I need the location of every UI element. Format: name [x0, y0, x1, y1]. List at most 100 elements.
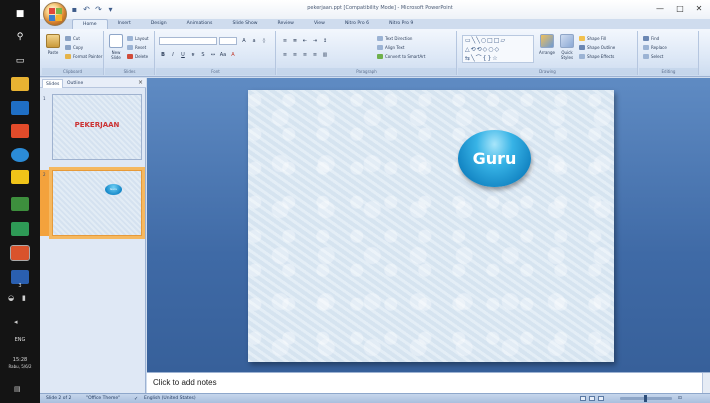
customize-qat-icon[interactable]: ▾ [106, 5, 115, 14]
tab-view[interactable]: View [304, 19, 335, 29]
tab-design[interactable]: Design [141, 19, 177, 29]
strikethrough-icon[interactable]: ɐ [189, 51, 197, 59]
battery-icon[interactable]: ▮ [22, 294, 26, 302]
notes-pane[interactable]: Click to add notes [147, 372, 710, 394]
cut-button[interactable]: Cut [65, 35, 80, 42]
reset-button[interactable]: Reset [127, 44, 146, 51]
columns-icon[interactable]: ▥ [321, 51, 329, 59]
paste-button[interactable]: Paste [44, 34, 62, 55]
grow-font-icon[interactable]: A [240, 37, 248, 45]
font-color-icon[interactable]: A [229, 51, 237, 59]
search-button[interactable]: ⚲ [11, 30, 29, 44]
layout-button[interactable]: Layout [127, 35, 149, 42]
align-center-icon[interactable]: ≡ [291, 51, 299, 59]
tray-language[interactable]: ENG [2, 337, 38, 343]
tab-slide-show[interactable]: Slide Show [222, 19, 267, 29]
tab-insert[interactable]: Insert [108, 19, 141, 29]
taskbar-app-media[interactable] [11, 170, 29, 184]
align-left-icon[interactable]: ≡ [281, 51, 289, 59]
font-size-combo[interactable] [219, 37, 237, 45]
slide-thumbnail-2[interactable]: Guru [49, 167, 145, 239]
convert-smartart-button[interactable]: Convert to SmartArt [377, 53, 425, 60]
change-case-icon[interactable]: Aa [219, 51, 227, 59]
shapes-gallery[interactable]: ▭╲╲○□□▱ △⟲⟲◇○◇ ⇆╲⌒{}☆ [462, 35, 534, 63]
office-button[interactable] [43, 2, 67, 26]
align-right-icon[interactable]: ≡ [301, 51, 309, 59]
shape-fill-button[interactable]: Shape Fill [579, 35, 606, 42]
clear-format-icon[interactable]: ◊ [260, 37, 268, 45]
quick-styles-button[interactable]: Quick Styles [558, 34, 576, 60]
current-slide[interactable]: Guru [248, 90, 614, 362]
task-view-button[interactable]: ▭ [11, 54, 29, 68]
replace-button[interactable]: Replace [643, 44, 667, 51]
start-button[interactable]: ■ [11, 7, 29, 21]
network-icon[interactable]: ◒ [8, 294, 14, 302]
zoom-slider[interactable] [620, 395, 672, 402]
tray-overflow-count[interactable]: 3 [2, 283, 38, 289]
shrink-font-icon[interactable]: a [250, 37, 258, 45]
tab-home[interactable]: Home [72, 19, 108, 29]
tray-clock-time[interactable]: 15:28 [2, 357, 38, 364]
spelling-check-icon[interactable]: ✓ [134, 396, 138, 402]
numbering-icon[interactable]: ≣ [291, 37, 299, 45]
new-slide-button[interactable]: New Slide [107, 34, 125, 60]
tab-nitro-pro-6[interactable]: Nitro Pro 6 [335, 19, 379, 29]
find-button[interactable]: Find [643, 35, 659, 42]
group-label-drawing: Drawing [458, 68, 637, 75]
delete-slide-button[interactable]: Delete [127, 53, 148, 60]
notes-scrollbar[interactable] [702, 373, 710, 394]
bold-icon[interactable]: B [159, 51, 167, 59]
fit-to-window-icon[interactable]: ⊡ [678, 396, 682, 401]
increase-indent-icon[interactable]: ⇥ [311, 37, 319, 45]
tray-clock-date[interactable]: Rabu, 5/6/2 [2, 364, 38, 369]
close-button[interactable]: ✕ [691, 3, 707, 14]
notes-placeholder[interactable]: Click to add notes [153, 378, 217, 387]
taskbar-app-green[interactable] [11, 222, 29, 236]
tab-outline[interactable]: Outline [64, 79, 86, 88]
font-name-combo[interactable] [159, 37, 217, 45]
maximize-button[interactable]: □ [672, 3, 688, 14]
decrease-indent-icon[interactable]: ⇤ [301, 37, 309, 45]
underline-icon[interactable]: U [179, 51, 187, 59]
slide-thumbnail-1[interactable]: PEKERJAAN [52, 94, 142, 160]
tab-animations[interactable]: Animations [177, 19, 223, 29]
taskbar-app-powerpoint[interactable] [10, 245, 30, 261]
format-painter-button[interactable]: Format Painter [65, 53, 102, 60]
slide-show-view-icon[interactable] [598, 396, 604, 401]
taskbar-app-browser[interactable] [11, 148, 29, 162]
tab-nitro-pro-9[interactable]: Nitro Pro 9 [379, 19, 423, 29]
status-slide-info: Slide 2 of 2 [46, 396, 72, 401]
taskbar-app-word[interactable] [11, 270, 29, 284]
taskbar-app-store[interactable] [11, 101, 29, 115]
tab-review[interactable]: Review [268, 19, 304, 29]
char-spacing-icon[interactable]: ↔ [209, 51, 217, 59]
save-icon[interactable]: ▪ [70, 5, 79, 14]
bullets-icon[interactable]: ≡ [281, 37, 289, 45]
shadow-icon[interactable]: S [199, 51, 207, 59]
taskbar-app-file-explorer[interactable] [11, 77, 29, 91]
arrange-button[interactable]: Arrange [538, 34, 556, 55]
minimize-button[interactable]: — [652, 3, 668, 14]
notification-icon[interactable]: ▤ [14, 385, 21, 393]
taskbar-app-office[interactable] [11, 124, 29, 138]
slide-sorter-view-icon[interactable] [589, 396, 595, 401]
status-language[interactable]: English (United States) [144, 396, 196, 401]
normal-view-icon[interactable] [580, 396, 586, 401]
select-button[interactable]: Select [643, 53, 663, 60]
shape-outline-button[interactable]: Shape Outline [579, 44, 615, 51]
justify-icon[interactable]: ≡ [311, 51, 319, 59]
italic-icon[interactable]: I [169, 51, 177, 59]
taskbar-app-excel[interactable] [11, 197, 29, 211]
volume-icon[interactable]: ◂ [14, 318, 18, 326]
align-text-button[interactable]: Align Text [377, 44, 404, 51]
undo-icon[interactable]: ↶ [82, 5, 91, 14]
guru-oval-shape[interactable]: Guru [458, 130, 531, 187]
text-direction-button[interactable]: Text Direction [377, 35, 412, 42]
close-pane-icon[interactable]: × [138, 79, 143, 86]
zoom-slider-thumb[interactable] [644, 395, 647, 402]
line-spacing-icon[interactable]: ↕ [321, 37, 329, 45]
tab-slides[interactable]: Slides [42, 79, 64, 88]
copy-button[interactable]: Copy [65, 44, 83, 51]
redo-icon[interactable]: ↷ [94, 5, 103, 14]
shape-effects-button[interactable]: Shape Effects [579, 53, 614, 60]
